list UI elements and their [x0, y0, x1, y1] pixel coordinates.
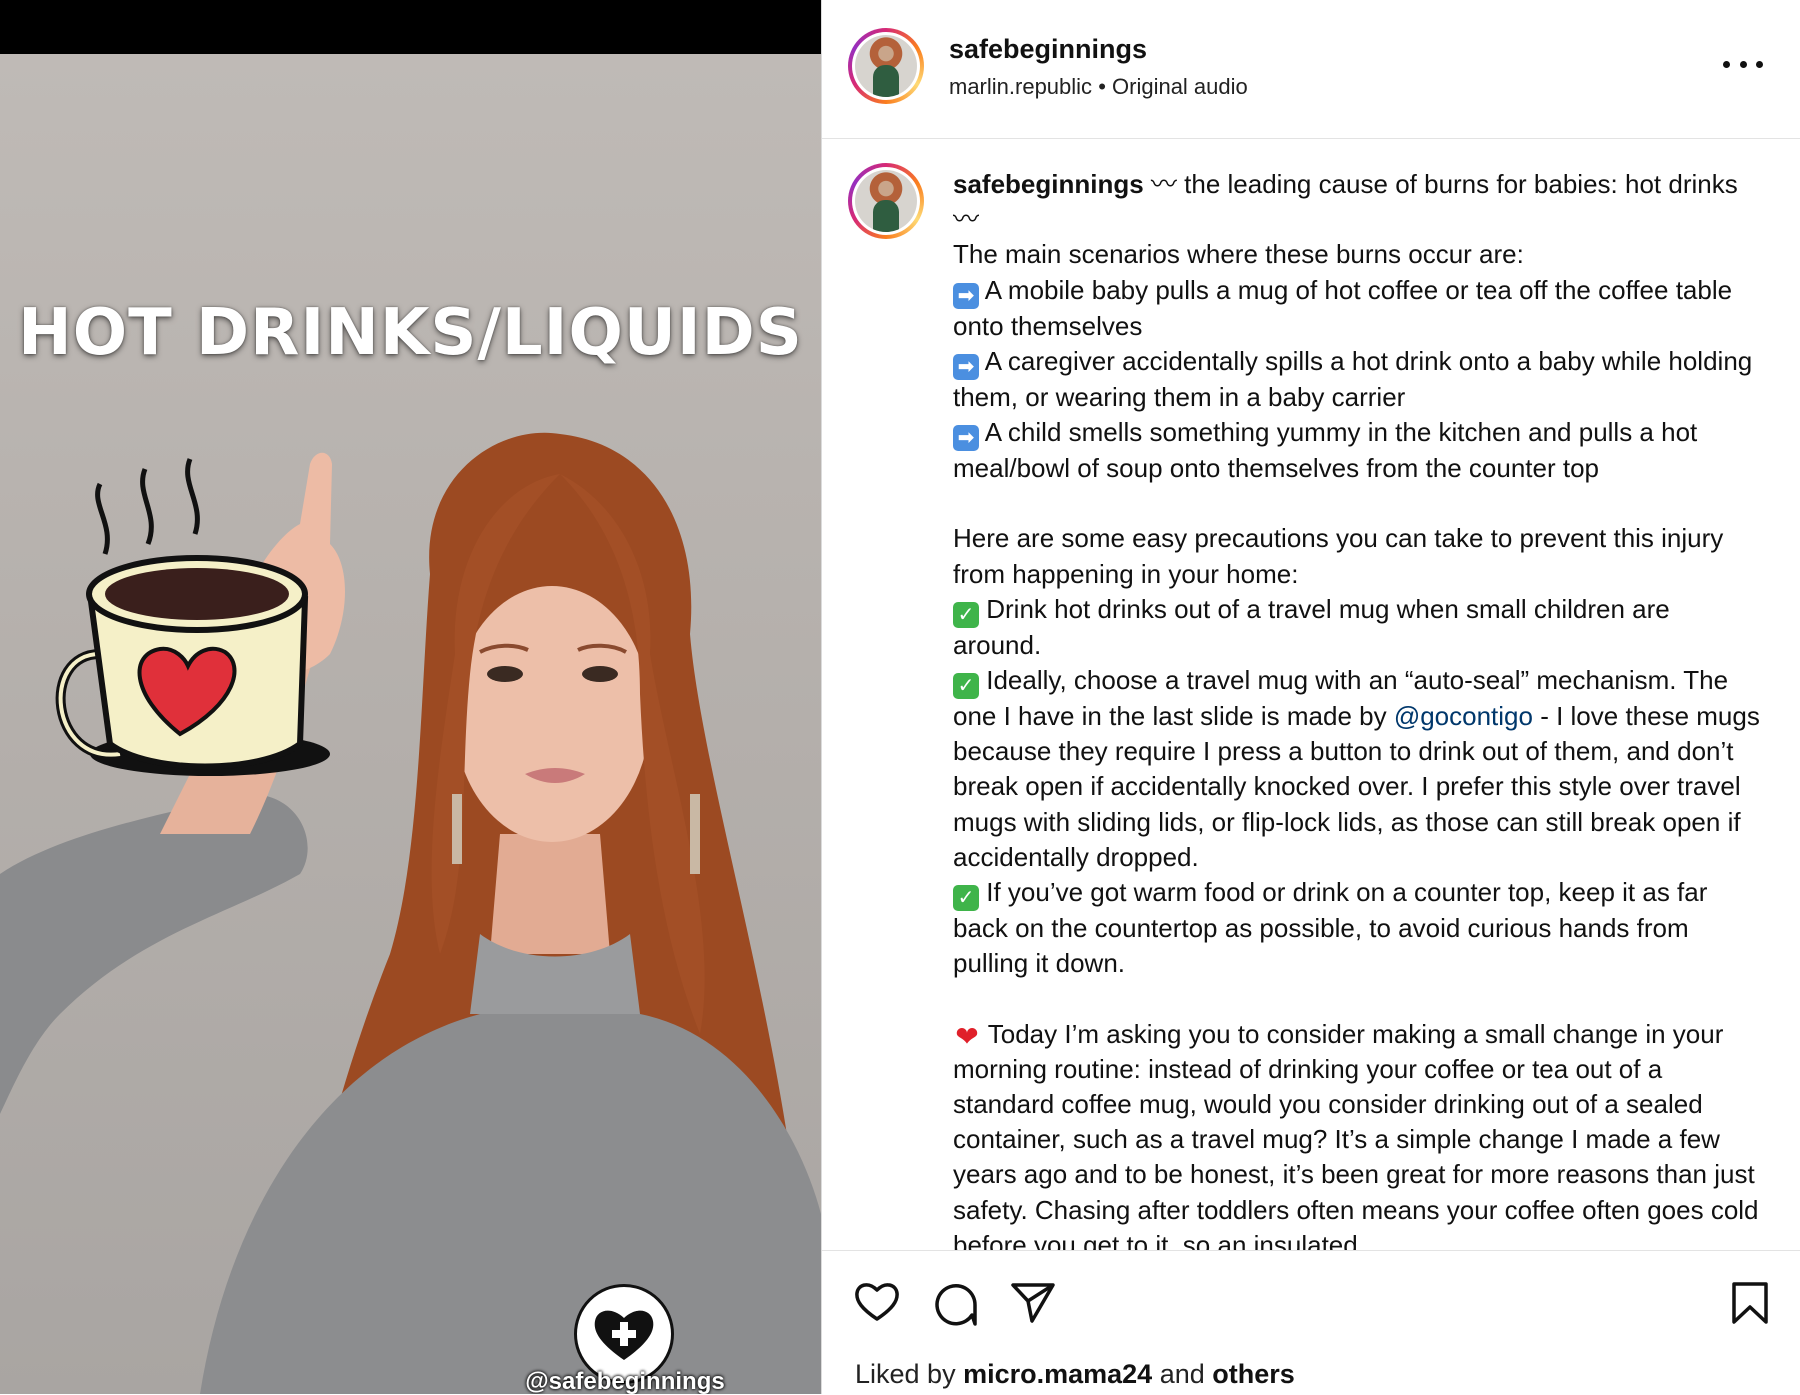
liked-by-prefix: Liked by — [855, 1359, 964, 1389]
like-heart-icon[interactable] — [854, 1281, 900, 1323]
video-illustration — [0, 432, 821, 1394]
liked-by-mid: and — [1152, 1359, 1213, 1389]
comment-icon[interactable] — [932, 1281, 978, 1327]
caption-scenarios-title: The main scenarios where these burns occ… — [953, 239, 1524, 270]
video-top-bar — [0, 0, 821, 54]
liked-by-user-link[interactable]: micro.mama24 — [963, 1359, 1152, 1389]
post-header: safebeginnings marlin.republic • Origina… — [822, 0, 1800, 139]
video-frame — [0, 54, 821, 1394]
author-username[interactable]: safebeginnings — [949, 34, 1147, 65]
red-heart-emoji-icon: ❤ — [955, 1020, 979, 1052]
arrow-right-emoji-icon: ➡ — [953, 353, 979, 380]
post-caption: safebeginnings 〰 the leading cause of bu… — [953, 167, 1763, 1250]
more-options-icon[interactable] — [1723, 54, 1763, 74]
caption-avatar[interactable] — [848, 163, 924, 239]
arrow-right-emoji-icon: ➡ — [953, 425, 979, 452]
audio-author-link[interactable]: marlin.republic — [949, 74, 1092, 99]
author-avatar[interactable] — [848, 28, 924, 104]
share-send-icon[interactable] — [1010, 1281, 1056, 1325]
post-panel: safebeginnings marlin.republic • Origina… — [821, 0, 1800, 1394]
liked-by-others-link[interactable]: others — [1212, 1359, 1295, 1389]
caption-precaution: Drink hot drinks out of a travel mug whe… — [953, 593, 1677, 660]
caption-scenario: A caregiver accidentally spills a hot dr… — [953, 345, 1760, 412]
original-audio-link[interactable]: Original audio — [1112, 74, 1248, 99]
video-overlay-title: HOT DRINKS/LIQUIDS — [18, 296, 803, 370]
arrow-right-emoji-icon: ➡ — [953, 282, 979, 309]
audio-separator: • — [1098, 74, 1106, 99]
caption-scenario: A mobile baby pulls a mug of hot coffee … — [953, 274, 1740, 341]
check-mark-emoji-icon: ✓ — [953, 885, 979, 912]
check-mark-emoji-icon: ✓ — [953, 601, 979, 628]
caption-username[interactable]: safebeginnings — [953, 169, 1144, 199]
mention-link[interactable]: @gocontigo — [1394, 701, 1533, 731]
audio-info: marlin.republic • Original audio — [949, 74, 1248, 100]
video-watermark-handle: @safebeginnings — [525, 1368, 725, 1394]
action-bar: Liked by micro.mama24 and others — [822, 1250, 1800, 1395]
likes-summary: Liked by micro.mama24 and others — [855, 1359, 1295, 1390]
bookmark-save-icon[interactable] — [1730, 1281, 1770, 1325]
caption-precautions-title: Here are some easy precautions you can t… — [953, 523, 1731, 589]
caption-scenario: A child smells something yummy in the ki… — [953, 417, 1705, 484]
check-mark-emoji-icon: ✓ — [953, 673, 979, 700]
caption-precaution: If you’ve got warm food or drink on a co… — [953, 877, 1715, 979]
comments-scroll-area[interactable]: safebeginnings 〰 the leading cause of bu… — [822, 139, 1800, 1250]
reel-video[interactable]: HOT DRINKS/LIQUIDS @safebeginnings — [0, 0, 821, 1394]
caption-ask: Today I’m asking you to consider making … — [953, 1018, 1766, 1250]
